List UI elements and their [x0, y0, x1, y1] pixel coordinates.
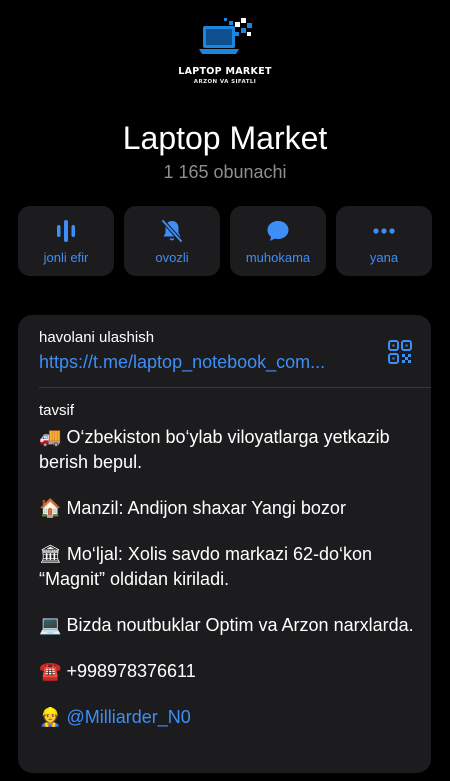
contact-username-link[interactable]: @Milliarder_N0: [66, 707, 190, 727]
more-label: yana: [369, 249, 399, 265]
channel-actions: jonli efir ovozli muhokama yana: [18, 206, 432, 276]
bell-muted-icon: [161, 218, 183, 243]
chat-bubble-icon: [267, 220, 289, 241]
description-section: tavsif 🚚 O‘zbekiston bo‘ylab viloyatlarg…: [39, 402, 419, 730]
live-stream-icon: [57, 219, 75, 242]
description-contact: 👷 @Milliarder_N0: [39, 705, 419, 730]
description-delivery-text: O‘zbekiston bo‘ylab viloyatlarga yetkazi…: [39, 427, 390, 472]
laptop-icon: [199, 18, 252, 54]
worker-icon: 👷: [39, 707, 62, 728]
description-delivery: 🚚 O‘zbekiston bo‘ylab viloyatlarga yetka…: [39, 425, 419, 475]
channel-title: Laptop Market: [122, 120, 328, 156]
subscriber-count: 1 165 obunachi: [163, 162, 287, 182]
discussion-button[interactable]: muhokama: [230, 206, 326, 276]
description-address: 🏠 Manzil: Andijon shaxar Yangi bozor: [39, 496, 419, 521]
logo-subtitle: ARZON VA SIFATLI: [193, 79, 257, 85]
more-dots-icon: [373, 227, 395, 234]
phone-number[interactable]: +998978376611: [66, 661, 195, 681]
live-stream-label: jonli efir: [43, 249, 89, 265]
share-link-section: havolani ulashish https://t.me/laptop_no…: [39, 329, 409, 391]
channel-info-card: havolani ulashish https://t.me/laptop_no…: [18, 315, 431, 773]
description-landmark-text: Mo‘ljal: Xolis savdo markazi 62-do‘kon “…: [39, 544, 373, 589]
laptop-emoji-icon: 💻: [39, 615, 62, 636]
logo-title: LAPTOP MARKET: [178, 66, 272, 77]
description-address-text: Manzil: Andijon shaxar Yangi bozor: [66, 498, 346, 518]
more-button[interactable]: yana: [336, 206, 432, 276]
live-stream-button[interactable]: jonli efir: [18, 206, 114, 276]
description-phone: ☎️ +998978376611: [39, 659, 419, 684]
building-icon: 🏛: [39, 544, 62, 565]
card-divider: [39, 387, 431, 388]
qr-code-icon[interactable]: [387, 339, 413, 365]
description-landmark: 🏛 Mo‘ljal: Xolis savdo markazi 62-do‘kon…: [39, 542, 419, 592]
discussion-label: muhokama: [245, 249, 311, 265]
share-link[interactable]: https://t.me/laptop_notebook_com...: [39, 352, 371, 373]
share-link-caption: havolani ulashish: [39, 329, 155, 346]
channel-logo: LAPTOP MARKET ARZON VA SIFATLI: [0, 8, 450, 98]
truck-icon: 🚚: [39, 427, 62, 448]
house-icon: 🏠: [39, 498, 62, 519]
description-prices-text: Bizda noutbuklar Optim va Arzon narxlard…: [66, 615, 414, 635]
description-caption: tavsif: [39, 402, 75, 419]
telephone-icon: ☎️: [39, 661, 62, 682]
description-prices: 💻 Bizda noutbuklar Optim va Arzon narxla…: [39, 613, 419, 638]
sound-toggle-label: ovozli: [155, 249, 189, 265]
sound-toggle-button[interactable]: ovozli: [124, 206, 220, 276]
